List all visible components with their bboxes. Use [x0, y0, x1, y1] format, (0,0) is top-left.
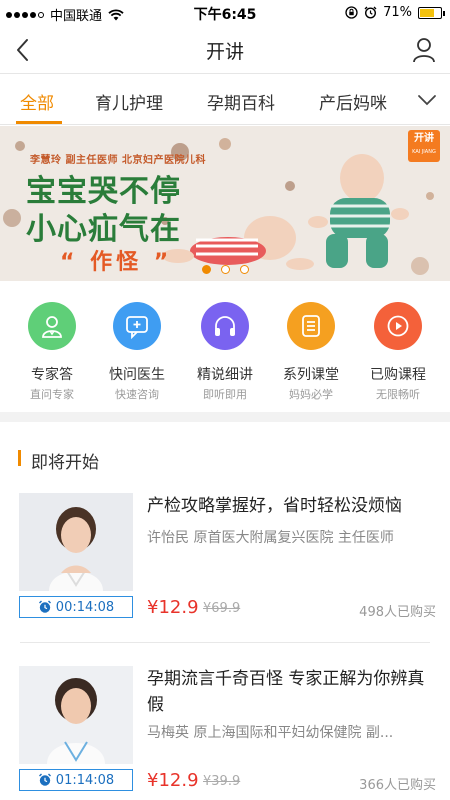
battery-percent: 71% — [383, 5, 412, 20]
user-icon[interactable] — [410, 36, 438, 64]
page-title: 开讲 — [205, 41, 244, 63]
course-sold-count: 498人已购买 — [359, 605, 436, 620]
logo-text: 开讲 — [414, 133, 434, 144]
row-divider — [20, 642, 430, 643]
section-title: 即将开始 — [31, 453, 99, 473]
entry-quick-ask[interactable]: 快问医生 快速咨询 — [92, 302, 182, 402]
tab-pregnancy[interactable]: 孕期百科 — [207, 89, 275, 114]
headphones-icon — [201, 302, 249, 350]
course-thumbnail[interactable] — [19, 666, 133, 764]
promo-banner[interactable]: 李慧玲 副主任医师 北京妇产医院儿科 宝宝哭不停 小心疝气在 “ 作怪 ” 开讲… — [0, 126, 450, 281]
kaijiang-logo: 开讲 KAI JIANG — [408, 130, 440, 162]
entry-label: 已购课程 — [370, 367, 426, 383]
course-lecturer: 许怡民 原首医大附属复兴医院 主任医师 — [147, 530, 394, 546]
quick-entries: 专家答 直问专家 快问医生 快速咨询 精说细讲 即听即用 系列课堂 妈妈必学 已… — [0, 282, 450, 412]
carousel-dot[interactable] — [220, 265, 230, 274]
section-accent-bar — [18, 450, 21, 466]
battery-fill — [420, 8, 435, 17]
nav-bar: 开讲 — [0, 26, 450, 74]
course-thumbnail[interactable] — [19, 493, 133, 591]
countdown-timer: 00:14:08 — [19, 596, 133, 618]
status-right: 71% — [345, 5, 445, 20]
course-original-price: ¥39.9 — [203, 774, 241, 789]
entry-label: 精说细讲 — [197, 367, 253, 383]
section-header: 即将开始 — [0, 422, 450, 486]
banner-subtitle: 李慧玲 副主任医师 北京妇产医院儿科 — [30, 155, 206, 166]
carousel-dots — [0, 265, 450, 274]
tab-all[interactable]: 全部 — [20, 89, 54, 114]
tab-childcare[interactable]: 育儿护理 — [95, 89, 163, 114]
course-lecturer: 马梅英 原上海国际和平妇幼保健院 副... — [147, 725, 394, 741]
timer-value: 00:14:08 — [55, 599, 115, 615]
entry-expert-answer[interactable]: 专家答 直问专家 — [7, 302, 97, 402]
alarm-clock-icon — [38, 600, 51, 613]
carousel-dot[interactable] — [239, 265, 249, 274]
lock-rotation-icon — [345, 6, 358, 19]
tab-underline — [16, 121, 62, 124]
entry-label: 快问医生 — [109, 367, 165, 383]
entry-label: 专家答 — [31, 367, 73, 383]
alarm-clock-icon — [38, 773, 51, 786]
entry-purchased-courses[interactable]: 已购课程 无限畅听 — [353, 302, 443, 402]
logo-subtext: KAI JIANG — [412, 149, 436, 155]
carousel-dot[interactable] — [201, 265, 211, 274]
battery-icon — [418, 6, 445, 19]
category-tabs: 全部 育儿护理 孕期百科 产后妈咪 — [0, 75, 450, 125]
course-original-price: ¥69.9 — [203, 601, 241, 616]
chevron-down-icon[interactable] — [416, 89, 438, 111]
doctor-icon — [28, 302, 76, 350]
doctor-portrait — [19, 493, 133, 591]
entry-sublabel: 即听即用 — [203, 388, 247, 401]
entry-sublabel: 快速咨询 — [115, 388, 159, 401]
entry-sublabel: 直问专家 — [30, 388, 74, 401]
entry-series-class[interactable]: 系列课堂 妈妈必学 — [266, 302, 356, 402]
course-title[interactable]: 孕期流言千奇百怪 专家正解为你辨真假 — [147, 666, 437, 718]
course-price: ¥12.9 — [147, 597, 199, 618]
countdown-timer: 01:14:08 — [19, 769, 133, 791]
doctor-portrait — [19, 666, 133, 764]
play-icon — [374, 302, 422, 350]
section-divider — [0, 412, 450, 422]
course-item[interactable]: 01:14:08 孕期流言千奇百怪 专家正解为你辨真假 马梅英 原上海国际和平妇… — [0, 666, 450, 800]
entry-label: 系列课堂 — [283, 367, 339, 383]
list-icon — [287, 302, 335, 350]
entry-detailed-talks[interactable]: 精说细讲 即听即用 — [180, 302, 270, 402]
course-item[interactable]: 00:14:08 产检攻略掌握好，省时轻松没烦恼 许怡民 原首医大附属复兴医院 … — [0, 493, 450, 643]
course-price: ¥12.9 — [147, 770, 199, 791]
alarm-icon — [364, 6, 377, 19]
entry-sublabel: 妈妈必学 — [289, 388, 333, 401]
tab-postpartum[interactable]: 产后妈咪 — [319, 89, 387, 114]
chat-plus-icon — [113, 302, 161, 350]
status-bar: 中国联通 下午6:45 71% — [0, 0, 450, 26]
course-title[interactable]: 产检攻略掌握好，省时轻松没烦恼 — [147, 493, 437, 519]
entry-sublabel: 无限畅听 — [376, 388, 420, 401]
banner-headline-2: 小心疝气在 — [26, 212, 181, 247]
timer-value: 01:14:08 — [55, 772, 115, 788]
course-sold-count: 366人已购买 — [359, 778, 436, 793]
